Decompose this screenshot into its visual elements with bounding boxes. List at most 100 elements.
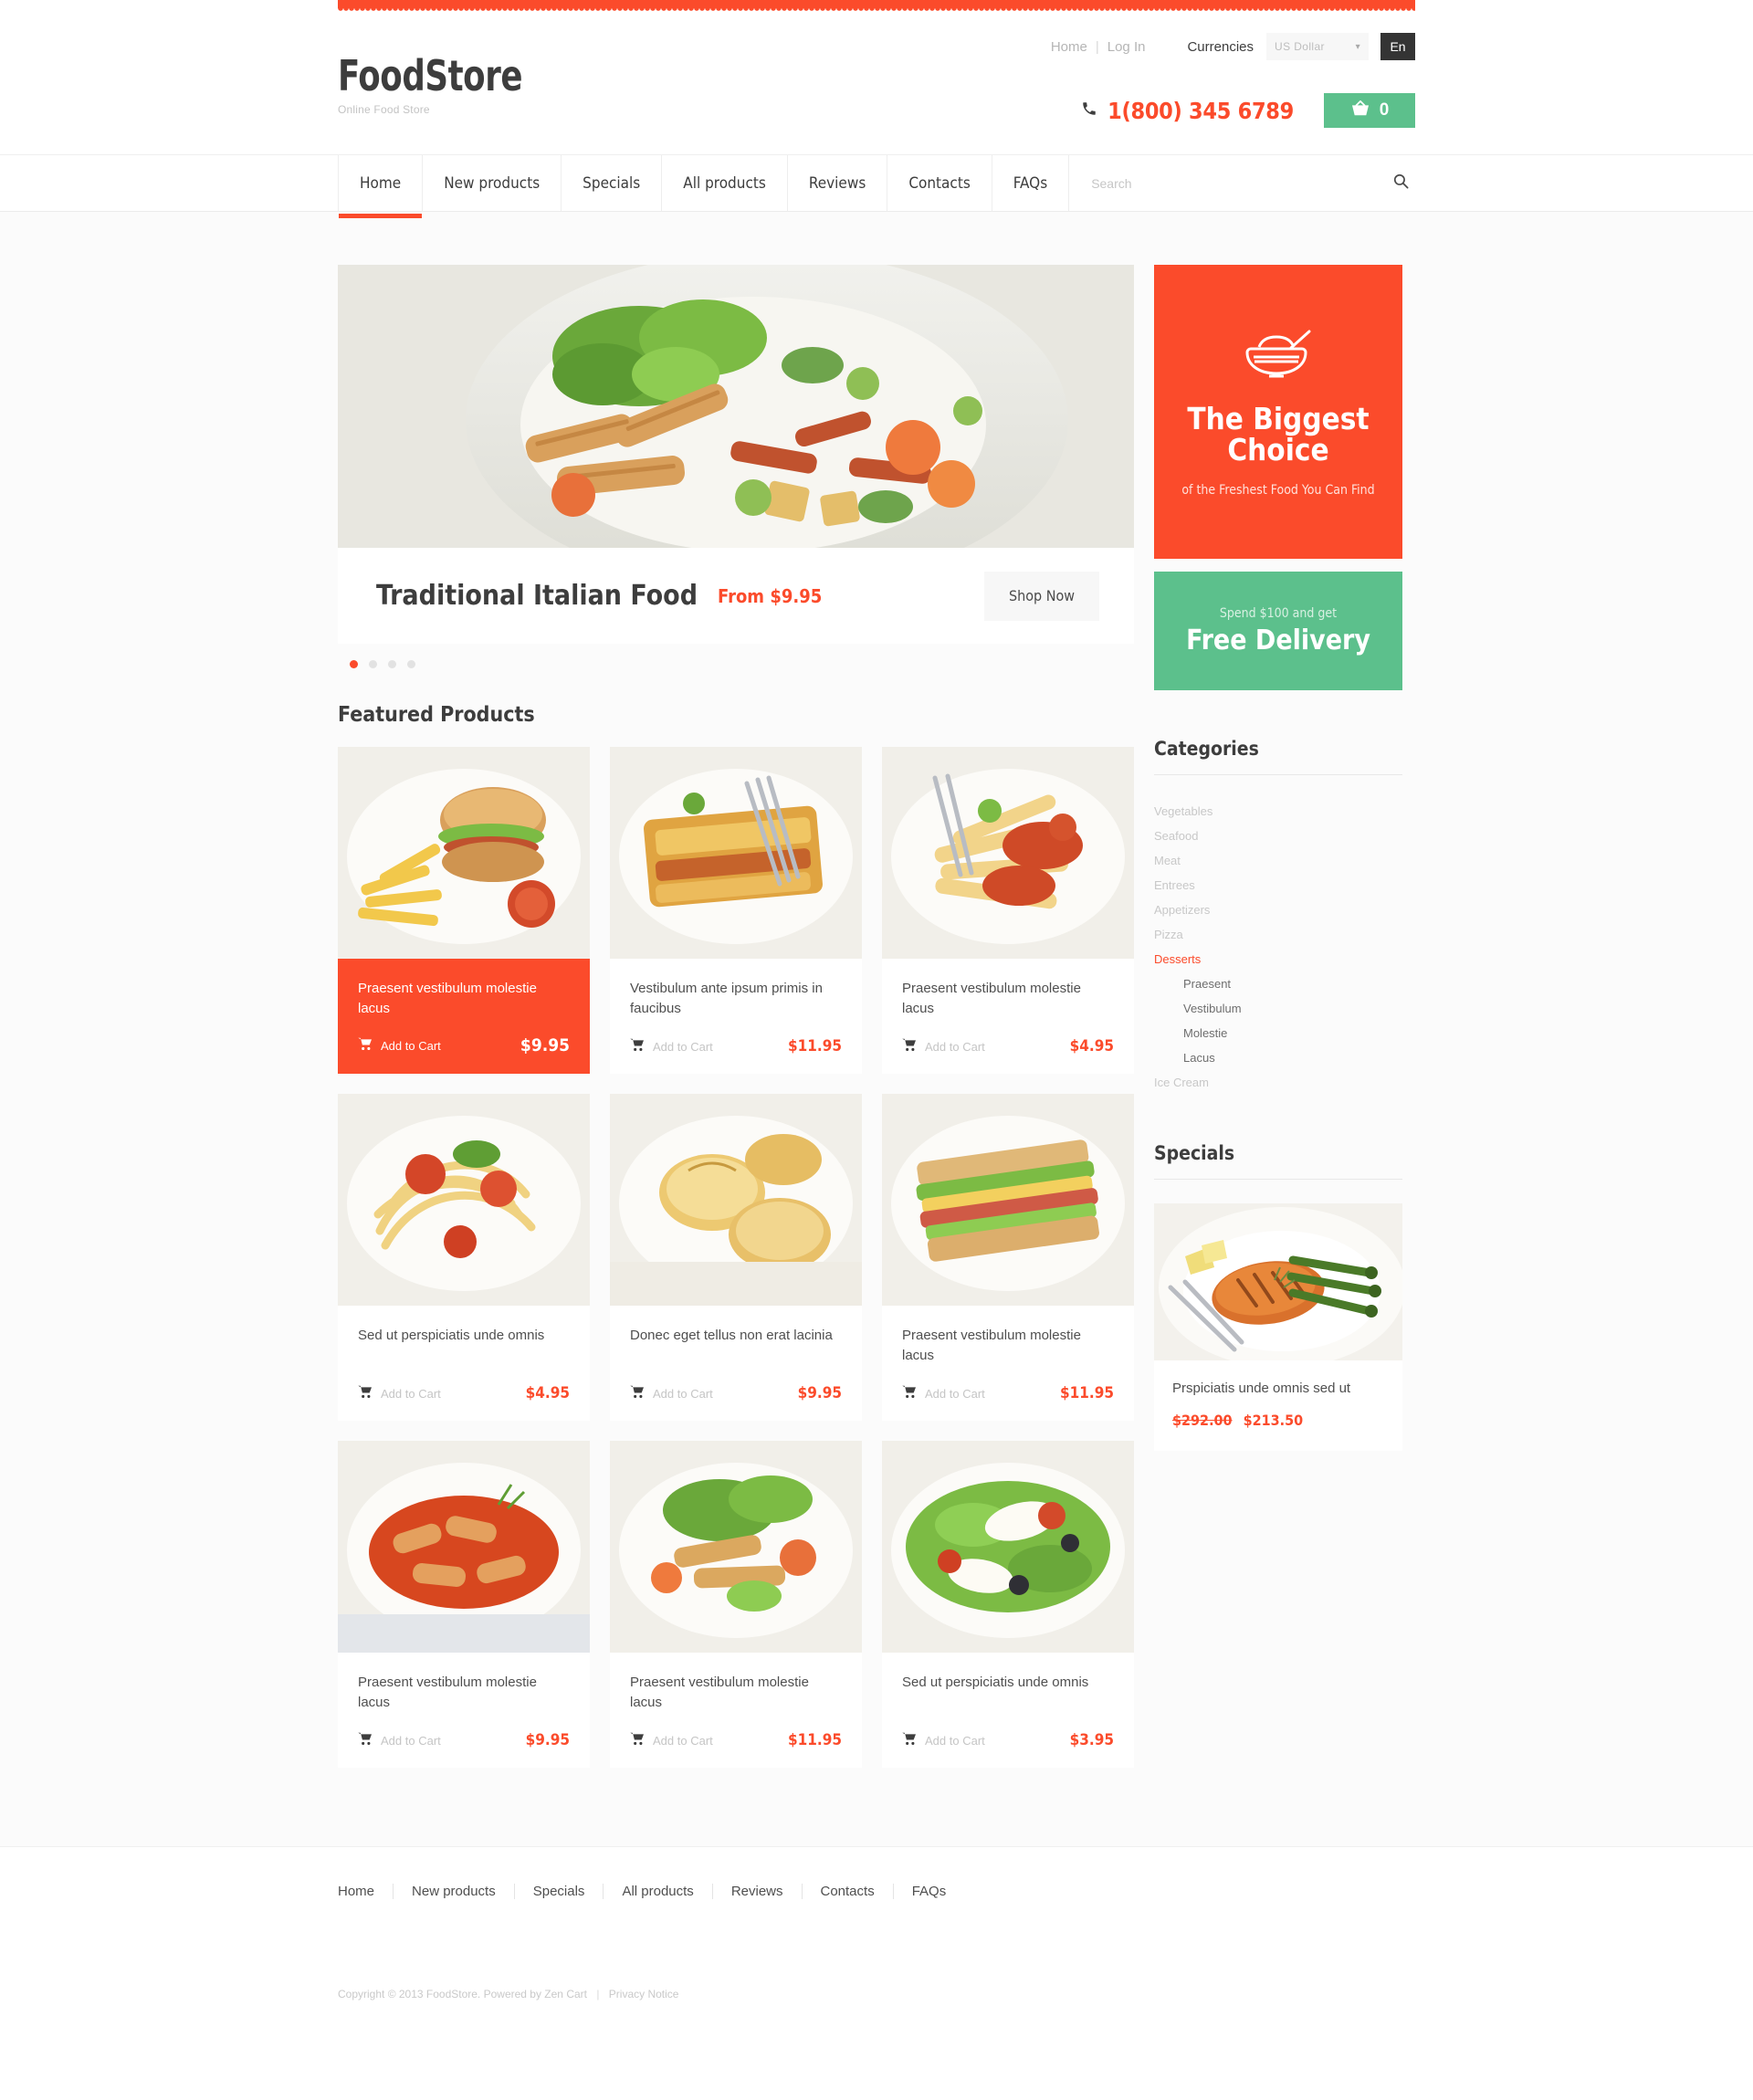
product-price: $3.95 [1069, 1731, 1114, 1749]
shop-now-button[interactable]: Shop Now [984, 571, 1099, 621]
footer-link-specials[interactable]: Specials [515, 1884, 604, 1899]
privacy-notice-link[interactable]: Privacy Notice [609, 1988, 679, 2000]
product-image[interactable] [338, 747, 590, 959]
add-to-cart-button[interactable]: Add to Cart [358, 1385, 441, 1402]
special-old-price: $292.00 [1172, 1411, 1233, 1429]
subcategory-molestie[interactable]: Molestie [1154, 1021, 1402, 1045]
add-to-cart-button[interactable]: Add to Cart [358, 1037, 441, 1055]
nav-item-specials[interactable]: Specials [562, 155, 663, 211]
subcategory-vestibulum[interactable]: Vestibulum [1154, 996, 1402, 1021]
slider-dot-4[interactable] [407, 660, 415, 668]
product-card[interactable]: Vestibulum ante ipsum primis in faucibus… [610, 747, 862, 1074]
product-card[interactable]: Praesent vestibulum molestie lacus Add to… [882, 1094, 1134, 1421]
footer-link-faqs[interactable]: FAQs [894, 1884, 965, 1899]
product-title[interactable]: Sed ut perspiciatis unde omnis [902, 1673, 1114, 1713]
product-image[interactable] [610, 1094, 862, 1306]
slider-dot-1[interactable] [350, 660, 358, 668]
product-title[interactable]: Praesent vestibulum molestie lacus [630, 1673, 842, 1713]
category-ice-cream[interactable]: Ice Cream [1154, 1070, 1402, 1095]
category-seafood[interactable]: Seafood [1154, 824, 1402, 848]
product-title[interactable]: Donec eget tellus non erat lacinia [630, 1326, 842, 1366]
nav-item-label: New products [444, 173, 541, 193]
nav-item-faqs[interactable]: FAQs [992, 155, 1070, 211]
product-title[interactable]: Praesent vestibulum molestie lacus [358, 979, 570, 1019]
subcategory-praesent[interactable]: Praesent [1154, 971, 1402, 996]
add-to-cart-button[interactable]: Add to Cart [902, 1385, 985, 1402]
footer-link-reviews[interactable]: Reviews [713, 1884, 803, 1899]
add-to-cart-label: Add to Cart [925, 1386, 985, 1401]
banner-biggest-choice[interactable]: The Biggest Choice of the Freshest Food … [1154, 265, 1402, 559]
add-to-cart-button[interactable]: Add to Cart [902, 1732, 985, 1749]
add-to-cart-label: Add to Cart [925, 1039, 985, 1054]
basket-icon [1350, 100, 1370, 121]
category-desserts[interactable]: Desserts [1154, 947, 1402, 971]
product-title[interactable]: Praesent vestibulum molestie lacus [902, 1326, 1114, 1366]
special-product-card[interactable]: Prspiciatis unde omnis sed ut $292.00 $2… [1154, 1203, 1402, 1451]
footer-link-contacts[interactable]: Contacts [803, 1884, 894, 1899]
hero-caption: Traditional Italian Food From $9.95 Shop… [338, 548, 1134, 644]
nav-item-new-products[interactable]: New products [423, 155, 562, 211]
chevron-down-icon: ▾ [1355, 41, 1360, 52]
categories-list: Vegetables Seafood Meat Entrees Appetizers Pi… [1154, 775, 1402, 1095]
product-card[interactable]: Sed ut perspiciatis unde omnis Add to Car… [882, 1441, 1134, 1768]
product-footer: Add to Cart $9.95 [630, 1384, 842, 1421]
add-to-cart-button[interactable]: Add to Cart [902, 1038, 985, 1055]
toplink-login[interactable]: Log In [1107, 39, 1146, 55]
product-title[interactable]: Vestibulum ante ipsum primis in faucibus [630, 979, 842, 1019]
product-title[interactable]: Praesent vestibulum molestie lacus [358, 1673, 570, 1713]
product-title[interactable]: Praesent vestibulum molestie lacus [902, 979, 1114, 1019]
category-vegetables[interactable]: Vegetables [1154, 799, 1402, 824]
product-body: Praesent vestibulum molestie lacus Add to… [882, 959, 1134, 1074]
product-image[interactable] [882, 1094, 1134, 1306]
product-image[interactable] [610, 1441, 862, 1653]
nav-item-contacts[interactable]: Contacts [887, 155, 992, 211]
footer-link-home[interactable]: Home [338, 1884, 394, 1899]
search-input[interactable] [1091, 175, 1392, 191]
hero-image [338, 265, 1134, 548]
subcategory-lacus[interactable]: Lacus [1154, 1045, 1402, 1070]
category-meat[interactable]: Meat [1154, 848, 1402, 873]
product-card[interactable]: Donec eget tellus non erat lacinia Add to… [610, 1094, 862, 1421]
product-card[interactable]: Praesent vestibulum molestie lacus Add to… [338, 1441, 590, 1768]
product-image[interactable] [338, 1094, 590, 1306]
site-logo[interactable]: FoodStore Online Food Store [338, 55, 552, 116]
product-card[interactable]: Sed ut perspiciatis unde omnis Add to Car… [338, 1094, 590, 1421]
language-button[interactable]: En [1380, 33, 1415, 60]
nav-item-home[interactable]: Home [338, 155, 424, 218]
category-pizza[interactable]: Pizza [1154, 922, 1402, 947]
nav-item-reviews[interactable]: Reviews [788, 155, 888, 211]
footer-link-all-products[interactable]: All products [604, 1884, 713, 1899]
add-to-cart-button[interactable]: Add to Cart [630, 1038, 713, 1055]
add-to-cart-button[interactable]: Add to Cart [630, 1385, 713, 1402]
add-to-cart-button[interactable]: Add to Cart [630, 1732, 713, 1749]
product-title[interactable]: Sed ut perspiciatis unde omnis [358, 1326, 570, 1366]
search-box[interactable] [1069, 155, 1415, 211]
banner-free-delivery[interactable]: Spend $100 and get Free Delivery [1154, 572, 1402, 690]
footer-link-new-products[interactable]: New products [394, 1884, 515, 1899]
product-image[interactable] [882, 747, 1134, 959]
search-icon[interactable] [1392, 173, 1410, 194]
currency-select[interactable]: US Dollar ▾ [1266, 33, 1369, 60]
add-to-cart-button[interactable]: Add to Cart [358, 1732, 441, 1749]
slider-pagination [338, 644, 1134, 668]
phone-number[interactable]: 1(800) 345 6789 [1107, 98, 1294, 124]
featured-products-grid: Praesent vestibulum molestie lacus Add to… [338, 747, 1134, 1768]
sidebar-column: The Biggest Choice of the Freshest Food … [1154, 265, 1402, 1451]
category-appetizers[interactable]: Appetizers [1154, 898, 1402, 922]
product-card[interactable]: Praesent vestibulum molestie lacus Add to… [610, 1441, 862, 1768]
main-navigation: Home New products Specials All products Revi… [0, 154, 1753, 218]
toplink-home[interactable]: Home [1051, 39, 1087, 55]
cart-button[interactable]: 0 [1324, 93, 1415, 128]
slider-dot-2[interactable] [369, 660, 377, 668]
nav-item-all-products[interactable]: All products [662, 155, 788, 211]
product-image[interactable] [610, 747, 862, 959]
product-card[interactable]: Praesent vestibulum molestie lacus Add to… [882, 747, 1134, 1074]
product-image[interactable] [338, 1441, 590, 1653]
product-footer: Add to Cart $3.95 [902, 1731, 1114, 1768]
slider-dot-3[interactable] [388, 660, 396, 668]
featured-heading: Featured Products [338, 703, 535, 727]
category-entrees[interactable]: Entrees [1154, 873, 1402, 898]
product-footer: Add to Cart $11.95 [902, 1384, 1114, 1421]
product-card[interactable]: Praesent vestibulum molestie lacus Add to… [338, 747, 590, 1074]
product-image[interactable] [882, 1441, 1134, 1653]
